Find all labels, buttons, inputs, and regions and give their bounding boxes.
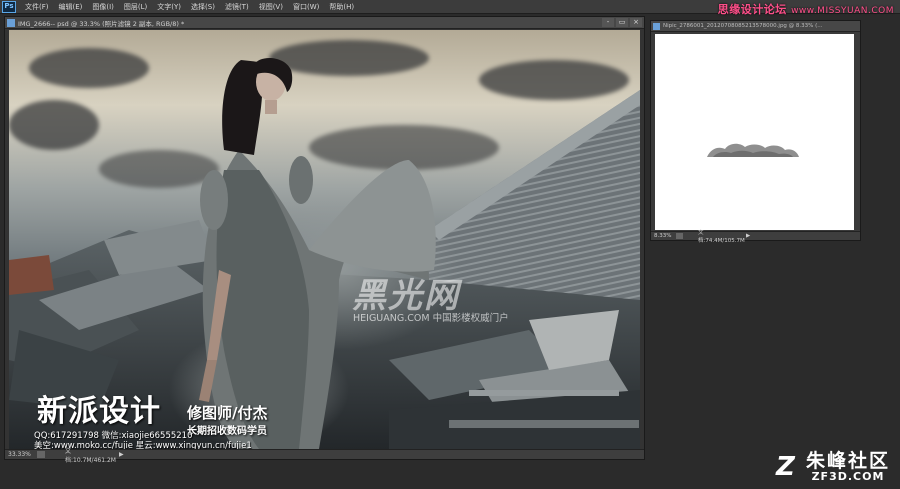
secondary-document-size-info: 文档:74.4M/105.7M (698, 230, 745, 244)
status-info-icon[interactable] (676, 233, 683, 239)
window-controls: - ▭ × (602, 18, 642, 27)
document-size-info: 文档:10.7M/461.2M (65, 447, 116, 464)
brand-role: 修图师/付杰 (187, 404, 268, 422)
photoshop-logo-icon[interactable]: Ps (2, 0, 16, 13)
main-document-window[interactable]: IMG_2666-- psd @ 33.3% (照片滤镜 2 副本, RGB/8… (4, 16, 645, 464)
main-canvas[interactable]: 黑光网 HEIGUANG.COM 中国影楼权威门户 新派设计 修图师/付杰 长期… (9, 30, 640, 449)
menu-bar: Ps 文件(F) 编辑(E) 图像(I) 图层(L) 文字(Y) 选择(S) 滤… (0, 0, 900, 17)
menu-layer[interactable]: 图层(L) (119, 2, 152, 12)
menu-file[interactable]: 文件(F) (20, 2, 54, 12)
menu-filter[interactable]: 滤镜(T) (220, 2, 254, 12)
zoom-level[interactable]: 33.33% (5, 451, 33, 458)
brand-title: 新派设计 (37, 394, 161, 429)
menu-window[interactable]: 窗口(W) (288, 2, 324, 12)
menu-view[interactable]: 视图(V) (254, 2, 288, 12)
zf3d-url: ZF3D.COM (811, 470, 885, 483)
document-icon (653, 22, 660, 30)
heiguang-watermark-url: HEIGUANG.COM 中国影楼权威门户 (353, 313, 509, 324)
minimize-button[interactable]: - (602, 18, 614, 27)
secondary-document-title: Nipic_2786001_20120708085213578000.jpg @… (663, 23, 823, 29)
zf3d-mark-icon: Z (775, 452, 795, 482)
main-document-statusbar: 33.33% 文档:10.7M/461.2M ▶ (5, 448, 644, 464)
close-button[interactable]: × (630, 18, 642, 27)
secondary-document-window[interactable]: Nipic_2786001_20120708085213578000.jpg @… (650, 20, 861, 244)
menu-edit[interactable]: 编辑(E) (54, 2, 88, 12)
secondary-zoom-level[interactable]: 8.33% (651, 233, 673, 239)
menu-type[interactable]: 文字(Y) (152, 2, 186, 12)
menu-image[interactable]: 图像(I) (87, 2, 119, 12)
main-document-titlebar[interactable]: IMG_2666-- psd @ 33.3% (照片滤镜 2 副本, RGB/8… (5, 17, 644, 29)
cloud-image (707, 143, 799, 157)
secondary-document-statusbar: 8.33% 文档:74.4M/105.7M ▶ (651, 230, 860, 244)
site-watermark: 思缘设计论坛 www.MISSYUAN.COM (718, 1, 894, 17)
status-info-icon[interactable] (37, 451, 45, 458)
secondary-canvas[interactable] (655, 34, 854, 230)
brand-slogan: 长期招收数码学员 (187, 426, 267, 437)
menu-help[interactable]: 帮助(H) (324, 2, 359, 12)
main-document-title: IMG_2666-- psd @ 33.3% (照片滤镜 2 副本, RGB/8… (18, 19, 185, 28)
site-watermark-name: 思缘设计论坛 (717, 3, 787, 16)
zf3d-name: 朱峰社区 (805, 450, 890, 472)
menu-select[interactable]: 选择(S) (186, 2, 220, 12)
document-icon (7, 18, 15, 27)
zf3d-logo: Z 朱峰社区 ZF3D.COM (776, 451, 890, 483)
secondary-document-titlebar[interactable]: Nipic_2786001_20120708085213578000.jpg @… (651, 21, 860, 32)
status-menu-arrow-icon[interactable]: ▶ (746, 233, 750, 239)
status-menu-arrow-icon[interactable]: ▶ (119, 451, 124, 458)
site-watermark-url: www.MISSYUAN.COM (791, 6, 894, 16)
maximize-button[interactable]: ▭ (616, 18, 628, 27)
